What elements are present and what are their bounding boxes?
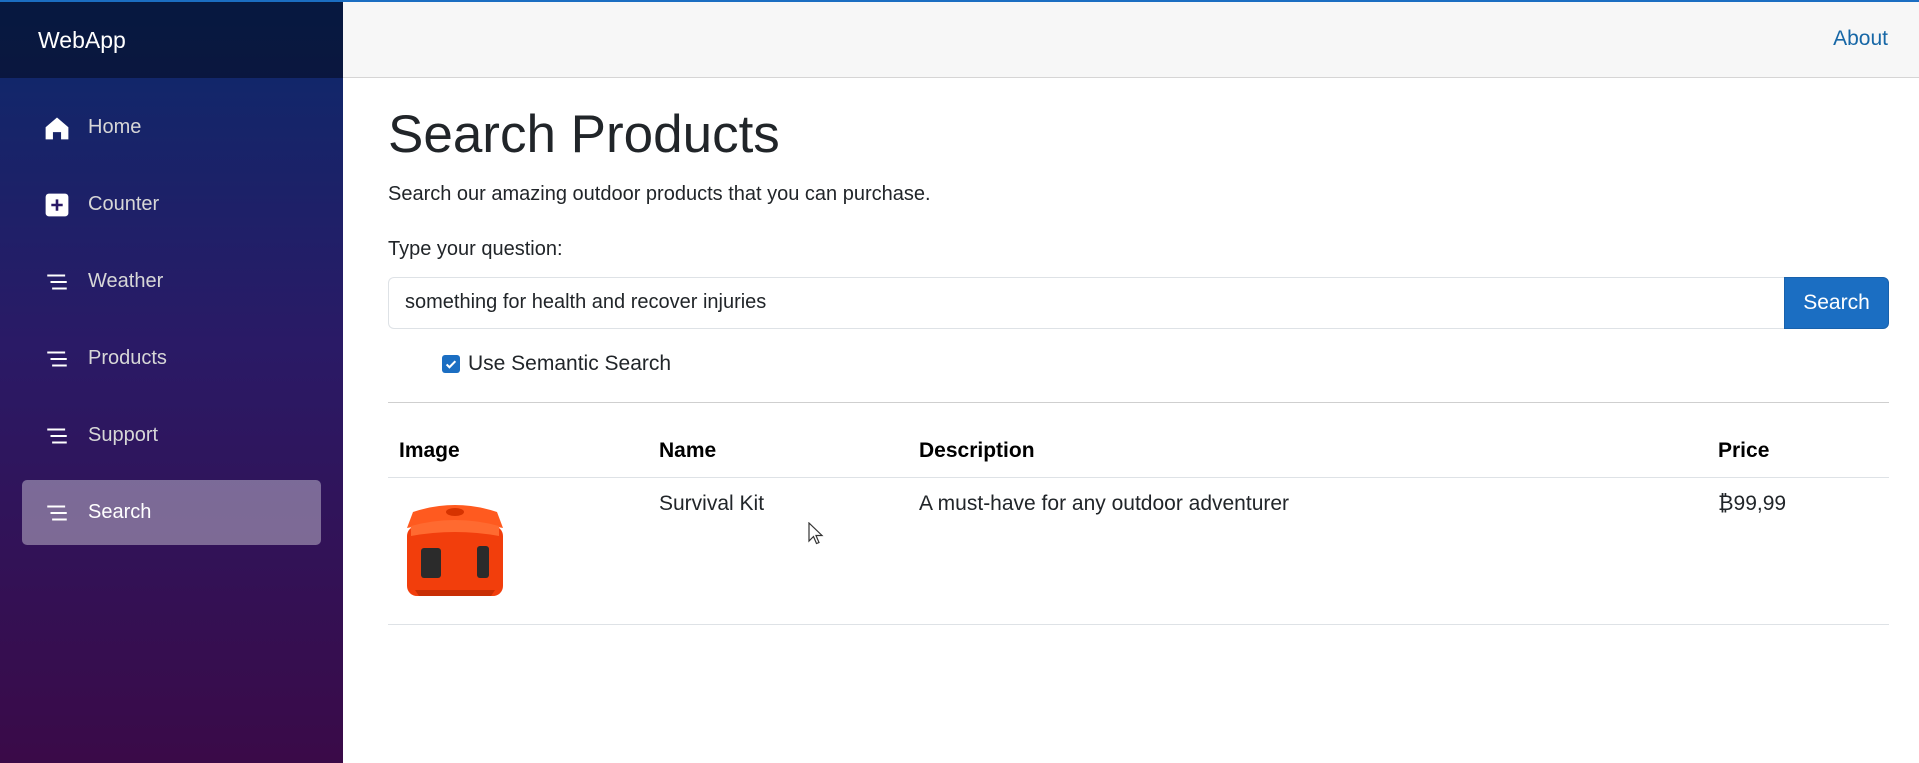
semantic-search-toggle[interactable]: Use Semantic Search bbox=[442, 352, 1889, 376]
product-description: A must-have for any outdoor adventurer bbox=[908, 477, 1707, 625]
list-icon bbox=[44, 269, 70, 295]
brand-bar: WebApp bbox=[0, 0, 343, 78]
list-icon bbox=[44, 346, 70, 372]
table-header-row: Image Name Description Price bbox=[388, 418, 1889, 478]
results-table: Image Name Description Price Survival Ki… bbox=[388, 418, 1889, 625]
sidebar-item-search[interactable]: Search bbox=[22, 480, 321, 545]
column-header-image: Image bbox=[388, 418, 648, 478]
sidebar: WebApp Home Counter Weather Products Sup… bbox=[0, 0, 343, 763]
sidebar-item-label: Support bbox=[88, 424, 159, 446]
sidebar-item-support[interactable]: Support bbox=[22, 403, 321, 468]
sidebar-item-label: Search bbox=[88, 501, 152, 523]
sidebar-nav: Home Counter Weather Products Support Se… bbox=[0, 78, 343, 545]
main-content: Search Products Search our amazing outdo… bbox=[388, 78, 1889, 625]
question-label: Type your question: bbox=[388, 237, 563, 260]
list-icon bbox=[44, 423, 70, 449]
product-price: ₿99,99 bbox=[1707, 477, 1889, 625]
sidebar-item-label: Weather bbox=[88, 270, 164, 292]
list-icon bbox=[44, 500, 70, 526]
divider bbox=[388, 401, 1889, 403]
sidebar-item-label: Products bbox=[88, 347, 167, 369]
sidebar-item-label: Counter bbox=[88, 193, 160, 215]
search-input[interactable] bbox=[388, 276, 1784, 329]
plus-square-icon bbox=[44, 192, 70, 218]
sidebar-item-label: Home bbox=[88, 116, 142, 138]
sidebar-item-products[interactable]: Products bbox=[22, 326, 321, 391]
about-link[interactable]: About bbox=[1833, 27, 1888, 51]
page-title: Search Products bbox=[388, 105, 780, 164]
checkmark-icon bbox=[445, 360, 457, 369]
brand-link[interactable]: WebApp bbox=[38, 27, 126, 54]
product-image bbox=[407, 504, 503, 596]
sidebar-item-home[interactable]: Home bbox=[22, 95, 321, 160]
column-header-name: Name bbox=[648, 418, 908, 478]
mouse-cursor-icon bbox=[808, 522, 824, 545]
semantic-search-label: Use Semantic Search bbox=[468, 351, 672, 375]
home-icon bbox=[44, 115, 70, 141]
search-button[interactable]: Search bbox=[1784, 276, 1889, 329]
page-subtitle: Search our amazing outdoor products that… bbox=[388, 182, 931, 205]
column-header-price: Price bbox=[1707, 418, 1889, 478]
top-bar: About bbox=[343, 0, 1919, 78]
search-row: Search bbox=[388, 276, 1889, 329]
table-row: Survival Kit A must-have for any outdoor… bbox=[388, 477, 1889, 625]
product-name: Survival Kit bbox=[648, 477, 908, 625]
semantic-search-checkbox[interactable] bbox=[442, 354, 460, 373]
sidebar-item-weather[interactable]: Weather bbox=[22, 249, 321, 314]
sidebar-item-counter[interactable]: Counter bbox=[22, 172, 321, 237]
column-header-description: Description bbox=[908, 418, 1707, 478]
product-image-cell bbox=[388, 477, 648, 625]
